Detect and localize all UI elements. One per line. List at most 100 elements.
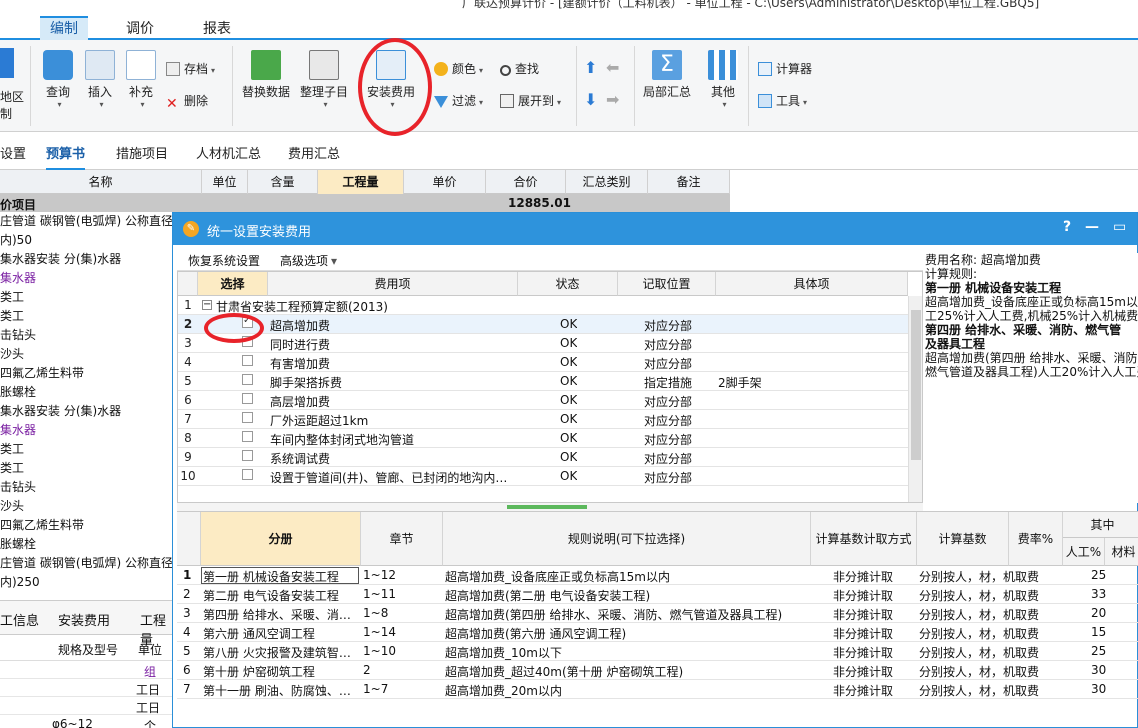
tree-item[interactable]: 胀螺栓 <box>0 535 172 554</box>
tab-measures[interactable]: 措施项目 <box>116 143 168 162</box>
pane-splitter[interactable] <box>177 503 923 511</box>
col-select[interactable]: 选择 <box>198 272 268 296</box>
table-row[interactable]: 4 有害增加费 OK 对应分部 <box>178 353 908 372</box>
tree-item[interactable]: 内)50 <box>0 231 172 250</box>
help-button[interactable]: ? <box>1063 219 1071 235</box>
checkbox[interactable] <box>242 355 253 366</box>
checkbox[interactable] <box>242 412 253 423</box>
tab-adjust-price[interactable]: 调价 <box>126 18 154 38</box>
supplement-button[interactable]: 补充 ▾ <box>122 50 160 109</box>
table-row[interactable]: 8 车间内整体封闭式地沟管道 OK 对应分部 <box>178 429 908 448</box>
table-row[interactable]: 7 厂外运距超过1km OK 对应分部 <box>178 410 908 429</box>
tools-button[interactable]: 工具 ▾ <box>758 92 807 109</box>
col-rule[interactable]: 规则说明(可下拉选择) <box>443 512 811 566</box>
advanced-options-button[interactable]: 高级选项 ▾ <box>280 252 337 269</box>
tree-item[interactable]: 胀螺栓 <box>0 383 172 402</box>
checkbox[interactable] <box>242 374 253 385</box>
col-unit[interactable]: 单位 <box>202 170 248 194</box>
checkbox[interactable] <box>242 469 253 480</box>
col-quantity[interactable]: 工程量 <box>318 170 404 194</box>
restore-system-settings-button[interactable]: 恢复系统设置 <box>188 252 260 269</box>
tab-edit[interactable]: 编制 <box>40 16 88 40</box>
table-row[interactable]: 10 设置于管道间(井)、管廊、已封闭的地沟内… OK 对应分部 <box>178 467 908 486</box>
tree-item[interactable]: 击钻头 <box>0 478 172 497</box>
tree-item[interactable]: 沙头 <box>0 345 172 364</box>
tree-item[interactable]: 四氟乙烯生料带 <box>0 364 172 383</box>
move-down-icon[interactable]: ⬇ <box>584 90 597 109</box>
tab-report[interactable]: 报表 <box>203 18 231 38</box>
col-labor-pct[interactable]: 人工% <box>1063 538 1105 566</box>
tree-item[interactable]: 集水器 <box>0 269 172 288</box>
col-book[interactable]: 分册 <box>201 512 361 566</box>
tree-item[interactable]: 内)250 <box>0 573 172 592</box>
col-fee-item[interactable]: 费用项 <box>268 272 518 296</box>
delete-button[interactable]: ✕ 删除 <box>166 92 208 112</box>
table-row[interactable]: 组 <box>0 661 172 679</box>
table-row[interactable]: 7 第十一册 刷油、防腐蚀、… 1~7 超高增加费_20m以内 非分摊计取 分别按人，材… <box>177 680 1138 699</box>
checkbox[interactable] <box>242 393 253 404</box>
table-row[interactable]: φ6~12 个 <box>0 715 172 728</box>
tree-item[interactable]: 四氟乙烯生料带 <box>0 516 172 535</box>
tab-labor-material[interactable]: 人材机汇总 <box>196 143 261 162</box>
tree-item[interactable]: 类工 <box>0 307 172 326</box>
table-row[interactable]: 2 第二册 电气设备安装工程 1~11 超高增加费(第二册 电气设备安装工程) 非分摊… <box>177 585 1138 604</box>
find-button[interactable]: 查找 <box>500 60 539 77</box>
other-button[interactable]: 其他 ▾ <box>704 50 742 109</box>
col-content[interactable]: 含量 <box>248 170 318 194</box>
col-material-pct[interactable]: 材料 <box>1105 538 1138 566</box>
tab-install-fee[interactable]: 安装费用 <box>58 610 110 629</box>
col-unit-price[interactable]: 单价 <box>404 170 486 194</box>
calculator-button[interactable]: 计算器 <box>758 60 812 77</box>
filter-button[interactable]: 过滤 ▾ <box>434 92 483 109</box>
tab-fee-summary[interactable]: 费用汇总 <box>288 143 340 162</box>
table-row[interactable]: 1 第一册 机械设备安装工程 1~12 超高增加费_设备底座正或负标高15m以内非… <box>177 566 1138 585</box>
col-detail[interactable]: 具体项 <box>716 272 908 296</box>
region-button[interactable]: 地区 制 <box>0 88 24 122</box>
tree-item[interactable]: 类工 <box>0 459 172 478</box>
col-remark[interactable]: 备注 <box>648 170 730 194</box>
table-row[interactable]: 2 超高增加费 OK 对应分部 <box>178 315 908 334</box>
col-base-mode[interactable]: 计算基数计取方式 <box>811 512 917 566</box>
col-base[interactable]: 计算基数 <box>917 512 1009 566</box>
restore-button[interactable]: ▭ <box>1113 219 1126 235</box>
query-button[interactable]: 查询 ▾ <box>38 50 78 109</box>
table-row[interactable]: 6 第十册 炉窑砌筑工程 2 超高增加费_超过40m(第十册 炉窑砌筑工程) 非分摊计… <box>177 661 1138 680</box>
col-total[interactable]: 合价 <box>486 170 566 194</box>
col-chapter[interactable]: 章节 <box>361 512 443 566</box>
tab-settings[interactable]: 设置 <box>0 143 26 162</box>
move-up-icon[interactable]: ⬆ <box>584 58 597 77</box>
organize-button[interactable]: 整理子目 ▾ <box>298 50 350 109</box>
tree-item[interactable]: 庄管道 碳钢管(电弧焊) 公称直径 <box>0 212 172 231</box>
move-right-icon[interactable]: ➡ <box>606 90 619 109</box>
table-row[interactable]: 3 第四册 给排水、采暖、消… 1~8 超高增加费(第四册 给排水、采暖、消防、燃气… <box>177 604 1138 623</box>
table-row[interactable]: 工日 <box>0 679 172 697</box>
vertical-scrollbar[interactable] <box>908 296 922 502</box>
insert-button[interactable]: 插入 ▾ <box>82 50 118 109</box>
local-summary-button[interactable]: Σ 局部汇总 <box>640 50 694 100</box>
col-rate[interactable]: 费率% <box>1009 512 1063 566</box>
tree-item[interactable]: 集水器安装 分(集)水器 <box>0 402 172 421</box>
move-left-icon[interactable]: ⬅ <box>606 58 619 77</box>
checkbox[interactable] <box>242 450 253 461</box>
replace-data-button[interactable]: 替换数据 <box>240 50 292 100</box>
tree-item[interactable]: 沙头 <box>0 497 172 516</box>
table-row[interactable]: 5 脚手架搭拆费 OK 指定措施 2脚手架 <box>178 372 908 391</box>
tree-item[interactable]: 集水器 <box>0 421 172 440</box>
tree-item[interactable]: 击钻头 <box>0 326 172 345</box>
table-row[interactable]: 工日 <box>0 697 172 715</box>
table-row[interactable]: 3 同时进行费 OK 对应分部 <box>178 334 908 353</box>
collapse-icon[interactable]: − <box>202 300 212 310</box>
tab-budget[interactable]: 预算书 <box>46 143 86 170</box>
tree-item[interactable]: 类工 <box>0 288 172 307</box>
tree-item[interactable]: 类工 <box>0 440 172 459</box>
col-state[interactable]: 状态 <box>518 272 618 296</box>
col-summary-type[interactable]: 汇总类别 <box>566 170 648 194</box>
col-name[interactable]: 名称 <box>0 170 202 194</box>
checkbox[interactable] <box>242 431 253 442</box>
table-row[interactable]: 6 高层增加费 OK 对应分部 <box>178 391 908 410</box>
tab-work-info[interactable]: 工信息 <box>0 610 39 629</box>
table-row[interactable]: 4 第六册 通风空调工程 1~14 超高增加费(第六册 通风空调工程) 非分摊计取 分别… <box>177 623 1138 642</box>
col-position[interactable]: 记取位置 <box>618 272 716 296</box>
table-row[interactable]: 9 系统调试费 OK 对应分部 <box>178 448 908 467</box>
tree-item[interactable]: 集水器安装 分(集)水器 <box>0 250 172 269</box>
